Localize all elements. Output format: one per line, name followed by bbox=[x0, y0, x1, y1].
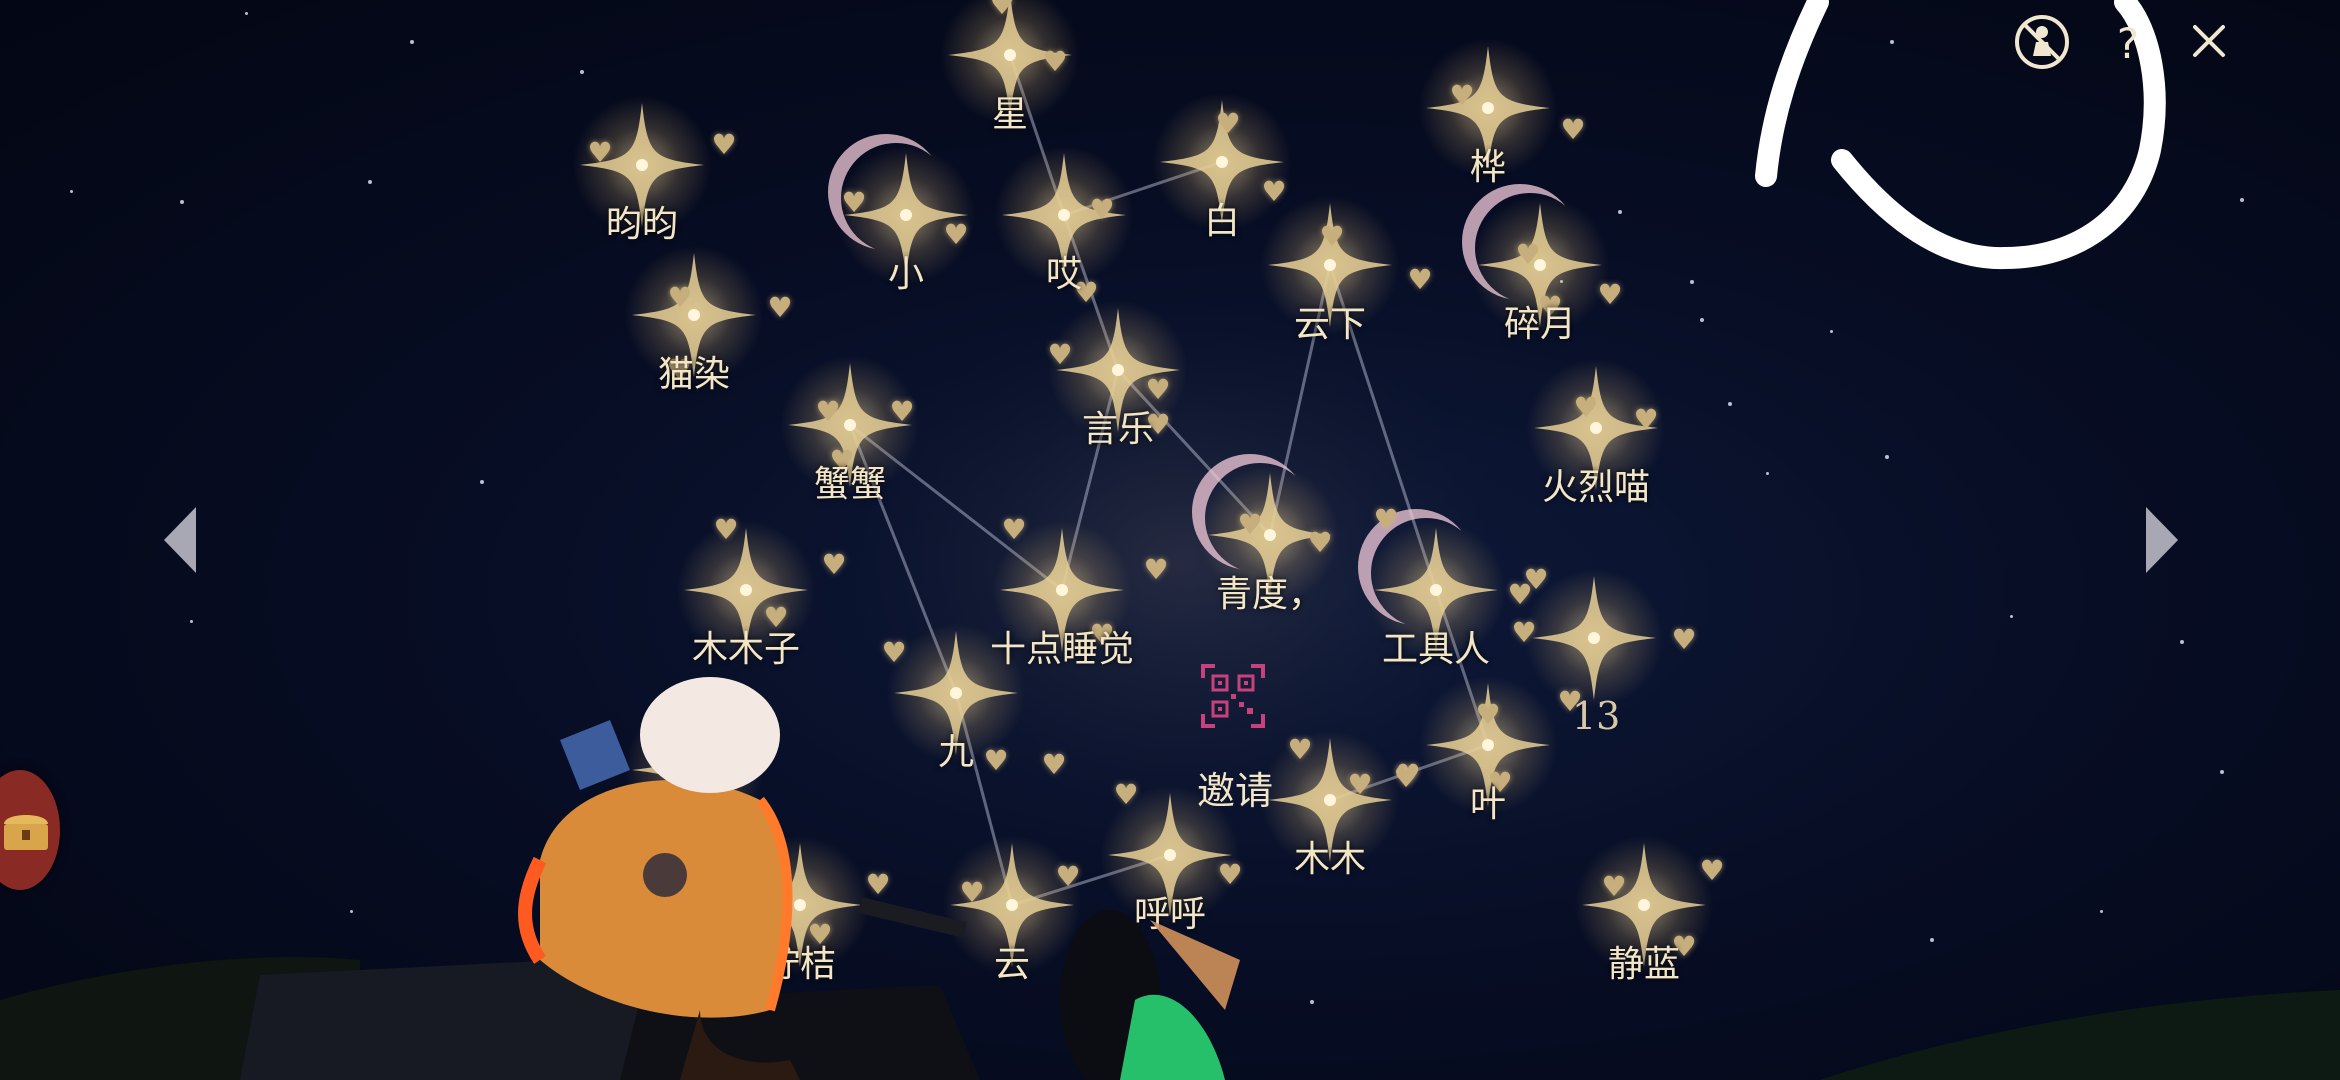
heart-icon: ♥ bbox=[667, 281, 693, 314]
qr-code-icon bbox=[1201, 664, 1265, 728]
heart-icon: ♥ bbox=[1055, 860, 1081, 893]
heart-icon: ♥ bbox=[865, 868, 891, 901]
heart-icon: ♥ bbox=[1511, 616, 1537, 649]
close-button[interactable] bbox=[2184, 16, 2234, 66]
prev-page-button[interactable] bbox=[150, 500, 210, 580]
friend-name-label: 静蓝 bbox=[1607, 944, 1680, 985]
heart-icon: ♥ bbox=[1515, 238, 1541, 271]
friend-name-label: 哎 bbox=[1045, 254, 1082, 295]
friend-count-badge: 13 bbox=[1572, 694, 1621, 738]
heart-icon: ♥ bbox=[1287, 733, 1313, 766]
heart-icon: ♥ bbox=[678, 685, 704, 718]
friend-name-label: 言乐 bbox=[1081, 409, 1154, 450]
heart-icon: ♥ bbox=[713, 513, 739, 546]
friend-name-label: 蟹蟹 bbox=[813, 464, 886, 505]
friend-name-label: 碎月 bbox=[1503, 304, 1576, 345]
friend-name-label: 木木子 bbox=[691, 629, 800, 670]
heart-icon: ♥ bbox=[761, 868, 787, 901]
heart-icon: ♥ bbox=[1407, 263, 1433, 296]
heart-icon: ♥ bbox=[1319, 220, 1345, 253]
help-icon: ? bbox=[2116, 18, 2140, 68]
heart-icon: ♥ bbox=[1373, 503, 1399, 536]
help-button[interactable]: ? bbox=[2108, 18, 2148, 68]
heart-icon: ♥ bbox=[1449, 79, 1475, 112]
friend-name-label: 云 bbox=[993, 944, 1030, 985]
heart-icon: ♥ bbox=[711, 128, 737, 161]
heart-icon: ♥ bbox=[959, 876, 985, 909]
heart-icon: ♥ bbox=[1113, 778, 1139, 811]
heart-icon: ♥ bbox=[767, 291, 793, 324]
no-people-icon bbox=[2015, 15, 2069, 69]
heart-icon: ♥ bbox=[1633, 403, 1659, 436]
heart-icon: ♥ bbox=[1237, 508, 1263, 541]
heart-icon: ♥ bbox=[1475, 698, 1501, 731]
heart-icon: ♥ bbox=[587, 136, 613, 169]
heart-icon: ♥ bbox=[1143, 553, 1169, 586]
heart-icon: ♥ bbox=[1047, 338, 1073, 371]
heart-icon: ♥ bbox=[889, 395, 915, 428]
hide-players-button[interactable] bbox=[2012, 12, 2072, 72]
chest-icon bbox=[4, 815, 48, 850]
heart-icon: ♥ bbox=[821, 548, 847, 581]
heart-icon: ♥ bbox=[841, 186, 867, 219]
next-page-button[interactable] bbox=[2132, 500, 2192, 580]
heart-icon: ♥ bbox=[1215, 107, 1241, 140]
heart-icon: ♥ bbox=[989, 0, 1015, 21]
heart-icon: ♥ bbox=[881, 636, 907, 669]
heart-icon: ♥ bbox=[1042, 45, 1068, 78]
heart-icon: ♥ bbox=[1001, 513, 1027, 546]
constellation-stage: ♥ ♥ 星 ♥ ♥ 昀昀 ♥ ♥ 小 ♥ ♥ 哎 ♥ ♥ 白 ♥ ♥ 桦 ♥ ♥ 云下 ♥ ♥ ♥ 碎月 ♥ ♥ ♥ 猫染 ♥ ♥ ♥ 言乐 ♥ ♥… bbox=[0, 0, 2340, 1080]
invite-label: 邀请 bbox=[1196, 769, 1273, 813]
heart-icon: ♥ bbox=[1573, 391, 1599, 424]
friend-name-label: 星 bbox=[991, 94, 1028, 135]
friend-name-label: 九 bbox=[937, 732, 974, 773]
heart-icon: ♥ bbox=[815, 395, 841, 428]
friend-name-label: 火烈喵 bbox=[1541, 467, 1650, 508]
heart-icon: ♥ bbox=[1601, 870, 1627, 903]
heart-icon: ♥ bbox=[1307, 526, 1333, 559]
invite-button[interactable]: 邀请 bbox=[1180, 660, 1290, 820]
close-icon bbox=[2193, 25, 2225, 57]
next-page-icon bbox=[2146, 507, 2178, 573]
friend-name-label: 桦 bbox=[1469, 147, 1506, 188]
heart-icon: ♥ bbox=[1347, 768, 1373, 801]
heart-icon: ♥ bbox=[1699, 854, 1725, 887]
prev-page-icon bbox=[164, 507, 196, 573]
heart-icon: ♥ bbox=[1393, 761, 1419, 794]
heart-icon: ♥ bbox=[1671, 623, 1697, 656]
